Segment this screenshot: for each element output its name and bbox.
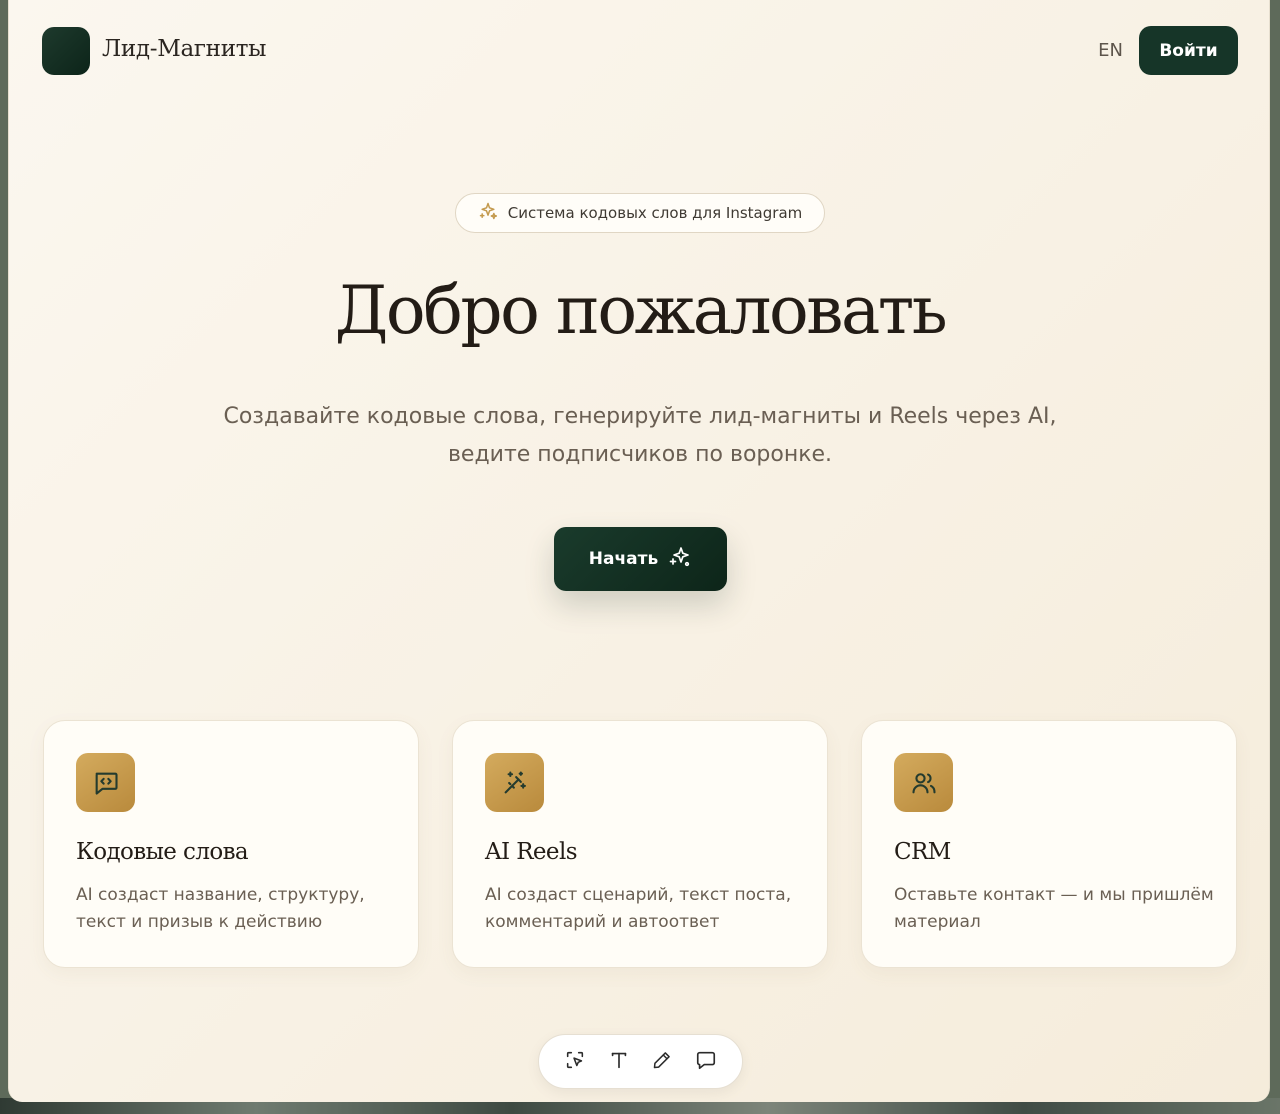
language-switch[interactable]: EN xyxy=(1098,40,1123,61)
select-icon xyxy=(564,1049,586,1075)
card-title: AI Reels xyxy=(485,839,578,865)
badge-text: Система кодовых слов для Instagram xyxy=(507,204,803,222)
message-code-icon xyxy=(76,753,135,812)
login-button[interactable]: Войти xyxy=(1139,26,1238,75)
sparkles-icon xyxy=(478,201,498,225)
card-description: AI создаст сценарий, текст поста, коммен… xyxy=(485,885,792,932)
text-tool-button[interactable] xyxy=(603,1046,635,1078)
sparkles-icon xyxy=(668,545,692,574)
users-icon xyxy=(894,753,953,812)
select-tool-button[interactable] xyxy=(559,1046,591,1078)
logo-text[interactable]: Лид-Магниты xyxy=(102,36,266,62)
card-description: AI создаст название, структуру, текст и … xyxy=(76,885,365,932)
magic-wand-icon xyxy=(485,753,544,812)
hero-badge: Система кодовых слов для Instagram xyxy=(455,193,825,233)
start-button[interactable]: Начать xyxy=(554,527,727,591)
logo-icon[interactable] xyxy=(42,27,90,75)
pencil-tool-button[interactable] xyxy=(646,1046,678,1078)
text-icon xyxy=(608,1049,630,1075)
comment-tool-button[interactable] xyxy=(690,1046,722,1078)
feature-card-code-words[interactable]: Кодовые слова AI создаст название, струк… xyxy=(43,720,419,968)
page-title: Добро пожаловать xyxy=(334,272,948,349)
hero-subtitle: Создавайте кодовые слова, генерируйте ли… xyxy=(223,404,1057,467)
card-title: Кодовые слова xyxy=(76,839,249,865)
start-button-label: Начать xyxy=(588,549,659,569)
header: Лид-Магниты EN Войти xyxy=(42,26,1238,76)
app-window: Лид-Магниты EN Войти Система кодовых сло… xyxy=(8,0,1270,1102)
pencil-icon xyxy=(652,1050,672,1074)
card-title: CRM xyxy=(894,839,951,865)
feature-card-ai-reels[interactable]: AI Reels AI создаст сценарий, текст пост… xyxy=(452,720,828,968)
annotation-toolbar xyxy=(538,1034,743,1089)
card-description: Оставьте контакт — и мы пришлём материал xyxy=(894,885,1214,932)
comment-icon xyxy=(695,1049,717,1075)
feature-card-crm[interactable]: CRM Оставьте контакт — и мы пришлём мате… xyxy=(861,720,1237,968)
